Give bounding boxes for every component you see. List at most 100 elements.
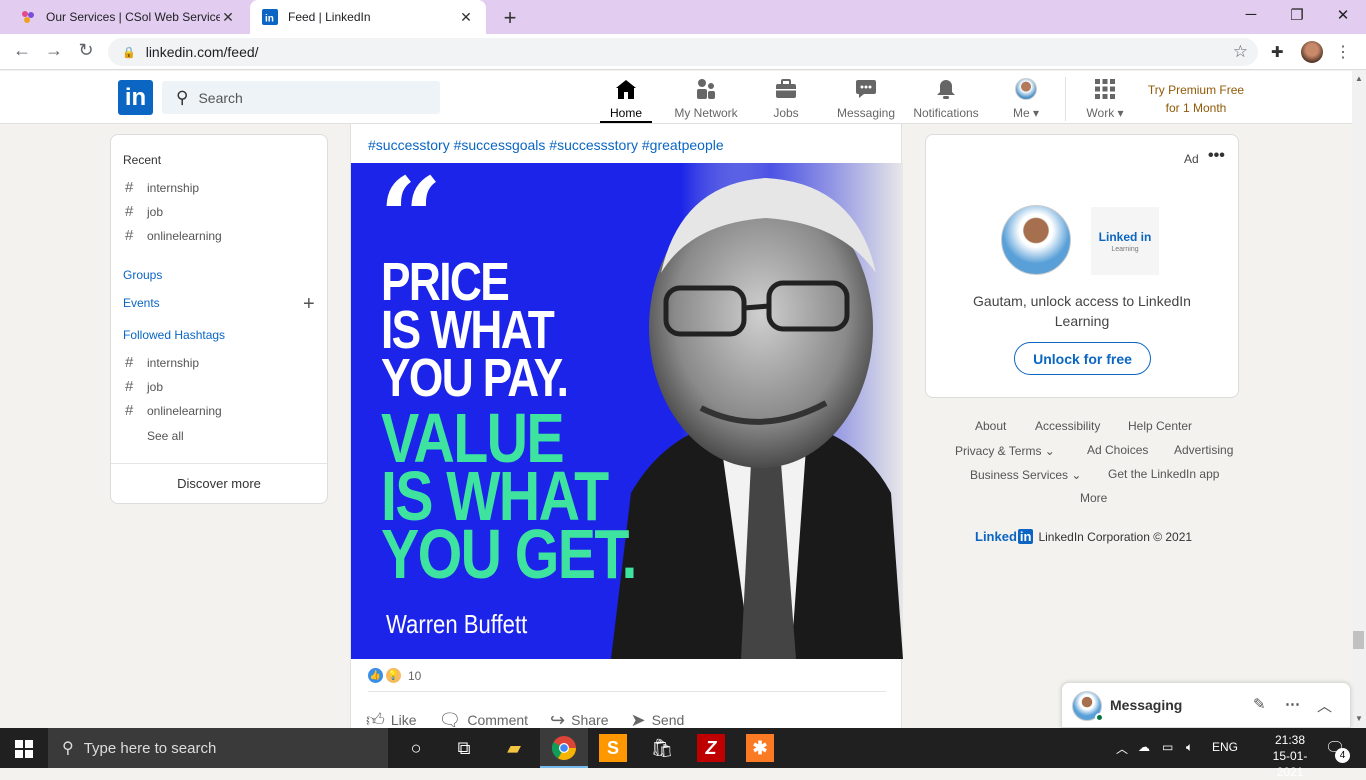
minimize-button[interactable]: ─ [1241, 6, 1261, 23]
url-text: linkedin.com/feed/ [145, 44, 259, 60]
tab-linkedin-feed[interactable]: in Feed | LinkedIn ✕ [250, 0, 486, 34]
reaction-count: 10 [408, 668, 422, 683]
address-bar[interactable]: 🔒 linkedin.com/feed/ ☆ [108, 38, 1258, 66]
nav-divider [1065, 77, 1066, 121]
nav-me[interactable]: Me ▾ [1006, 77, 1046, 123]
left-sidebar-card: Recent # internship # job # onlinelearning … [110, 134, 328, 504]
more-options-icon[interactable]: ⋯ [1285, 695, 1300, 713]
followed-hashtag-item[interactable]: # job [125, 378, 163, 395]
file-explorer-icon[interactable]: ▰ [500, 734, 528, 762]
logo-title: Linked in [1098, 229, 1152, 244]
see-all-link[interactable]: See all [147, 429, 184, 443]
post-divider [368, 691, 886, 692]
nav-my-network[interactable]: My Network [668, 77, 744, 123]
quote-line: YOU GET. [381, 515, 637, 593]
recent-item[interactable]: # onlinelearning [125, 227, 222, 244]
sidebar-divider [111, 463, 327, 464]
footer-help-center-link[interactable]: Help Center [1128, 419, 1192, 433]
xampp-icon[interactable]: ✱ [746, 734, 774, 762]
task-view-icon[interactable]: ⧉ [450, 734, 478, 762]
tab-close-icon[interactable]: ✕ [458, 9, 474, 26]
back-icon[interactable]: ← [10, 40, 34, 61]
tab-title: Feed | LinkedIn [288, 10, 371, 24]
recent-heading: Recent [123, 153, 162, 167]
nav-home[interactable]: Home [600, 77, 652, 123]
quote-author: Warren Buffett [386, 609, 528, 639]
unlock-for-free-button[interactable]: Unlock for free [1014, 342, 1151, 375]
filezilla-icon[interactable]: Z [697, 734, 725, 762]
premium-line1: Try Premium Free [1147, 83, 1245, 97]
compose-icon[interactable]: ✎ [1253, 695, 1266, 713]
store-icon[interactable]: 🛍 [648, 734, 676, 762]
restore-button[interactable]: ❐ [1287, 6, 1307, 24]
nav-jobs[interactable]: Jobs [766, 77, 806, 123]
chevron-up-icon[interactable]: ︿ [1317, 695, 1332, 716]
tab-csol-services[interactable]: Our Services | CSol Web Services ✕ [8, 0, 248, 34]
onedrive-icon[interactable]: ☁ [1138, 740, 1150, 754]
windows-taskbar: ⚲ Type here to search ○ ⧉ ▰ S 🛍 Z ✱ ︿ ☁ … [0, 728, 1366, 779]
reactions-summary[interactable]: 👍 💡 10 [368, 668, 421, 683]
volume-icon[interactable]: 🔈︎ [1186, 740, 1193, 755]
more-options-icon[interactable]: ••• [1208, 147, 1225, 165]
hashtag-icon: # [125, 402, 134, 419]
scrollbar-thumb[interactable] [1353, 631, 1364, 649]
tab-title: Our Services | CSol Web Services [46, 10, 220, 24]
extensions-icon[interactable]: ✚ [1271, 43, 1284, 61]
ad-label: Ad [1184, 152, 1199, 166]
discover-more-link[interactable]: Discover more [111, 476, 327, 491]
feed-post: #successtory #successgoals #successstory… [350, 124, 903, 730]
search-input[interactable]: ⚲ Search [162, 81, 440, 114]
footer-more-link[interactable]: More [1080, 491, 1107, 505]
followed-hashtag-label: onlinelearning [147, 403, 222, 418]
cortana-icon[interactable]: ○ [402, 734, 430, 762]
linkedin-logo[interactable]: in [118, 80, 153, 115]
followed-hashtag-item[interactable]: # internship [125, 354, 199, 371]
forward-icon[interactable]: → [42, 40, 66, 61]
reload-icon[interactable]: ↻ [74, 40, 98, 61]
taskbar-clock[interactable]: 21:38 15-01-2021 [1262, 732, 1318, 780]
new-tab-button[interactable]: + [498, 5, 522, 31]
action-label: Send [651, 712, 685, 728]
chrome-icon[interactable] [550, 734, 578, 762]
taskbar-search-input[interactable]: ⚲ Type here to search [48, 728, 388, 768]
nav-notifications[interactable]: Notifications [910, 77, 982, 123]
footer-ad-choices-link[interactable]: Ad Choices [1087, 443, 1148, 457]
close-window-button[interactable]: ✕ [1333, 6, 1353, 24]
nav-label: Me [1012, 106, 1030, 120]
show-hidden-icons-icon[interactable]: ︿ [1116, 740, 1128, 757]
windows-start-icon[interactable] [15, 740, 33, 758]
sublime-text-icon[interactable]: S [599, 734, 627, 762]
tab-close-icon[interactable]: ✕ [220, 9, 236, 26]
footer-privacy-terms-link[interactable]: Privacy & Terms ⌄ [955, 444, 1055, 458]
notification-count-badge: 4 [1335, 748, 1350, 763]
followed-hashtag-item[interactable]: # onlinelearning [125, 402, 222, 419]
events-link[interactable]: Events [123, 296, 160, 310]
add-event-icon[interactable]: + [303, 293, 315, 316]
footer-advertising-link[interactable]: Advertising [1174, 443, 1233, 457]
post-hashtags[interactable]: #successtory #successgoals #successstory… [368, 137, 724, 153]
scroll-down-icon[interactable]: ▼ [1352, 714, 1366, 723]
followed-hashtags-link[interactable]: Followed Hashtags [123, 328, 225, 342]
footer-about-link[interactable]: About [975, 419, 1006, 433]
recent-item[interactable]: # internship [125, 179, 199, 196]
messaging-overlay[interactable]: Messaging ✎ ⋯ ︿ [1061, 682, 1351, 728]
chat-icon [856, 80, 876, 98]
groups-link[interactable]: Groups [123, 268, 162, 282]
wordmark-box: in [1017, 529, 1034, 544]
footer-business-services-link[interactable]: Business Services ⌄ [970, 468, 1081, 482]
network-icon[interactable]: ▭ [1162, 740, 1173, 754]
post-image[interactable]: “ PRICE IS WHAT YOU PAY. VALUE IS WHAT Y… [351, 163, 903, 659]
language-indicator[interactable]: ENG [1212, 740, 1238, 754]
nav-work[interactable]: Work ▾ [1082, 77, 1128, 123]
scroll-up-icon[interactable]: ▲ [1352, 74, 1366, 83]
footer-accessibility-link[interactable]: Accessibility [1035, 419, 1100, 433]
recent-item[interactable]: # job [125, 203, 163, 220]
browser-profile-avatar[interactable] [1301, 41, 1323, 63]
page-scrollbar[interactable] [1352, 71, 1366, 728]
nav-messaging[interactable]: Messaging [834, 77, 898, 123]
footer-get-app-link[interactable]: Get the LinkedIn app [1108, 467, 1219, 481]
try-premium-link[interactable]: Try Premium Free for 1 Month [1140, 81, 1252, 117]
browser-menu-icon[interactable]: ⋮ [1335, 42, 1351, 62]
action-label: Like [390, 712, 417, 728]
bookmark-star-icon[interactable]: ☆ [1233, 42, 1248, 62]
